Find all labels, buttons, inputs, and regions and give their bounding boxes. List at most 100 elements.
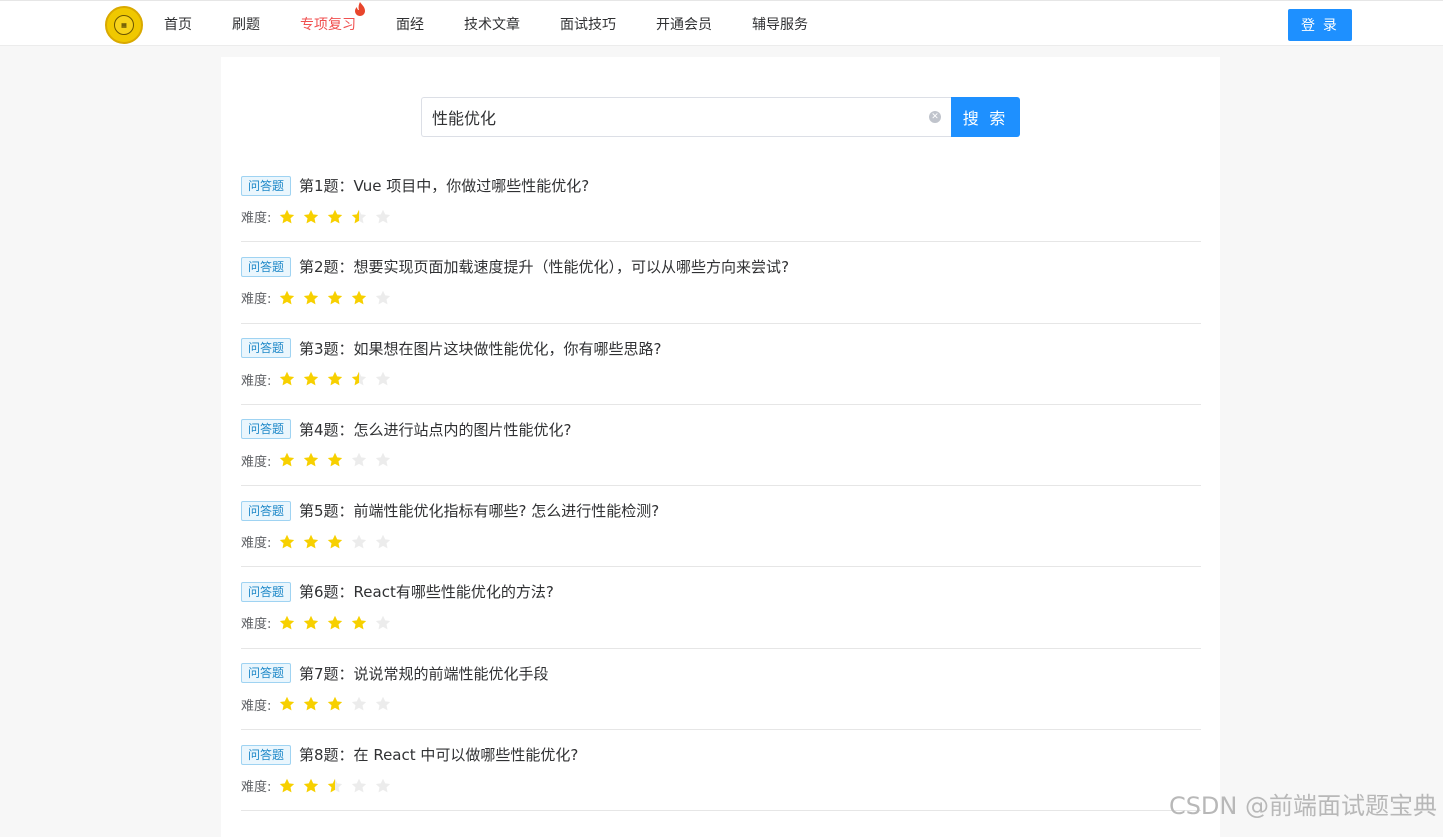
difficulty-line: 难度: xyxy=(241,451,399,470)
difficulty-line: 难度: xyxy=(241,776,399,795)
difficulty-rating xyxy=(279,534,399,550)
difficulty-line: 难度: xyxy=(241,532,399,551)
star-icon xyxy=(376,209,391,223)
question-type-tag: 问答题 xyxy=(241,175,292,196)
star-icon xyxy=(328,371,343,386)
star-icon xyxy=(376,290,391,305)
nav-item-5[interactable]: 面试技巧 xyxy=(560,14,616,34)
nav-item-7[interactable]: 辅导服务 xyxy=(752,14,808,34)
question-type-tag: 问答题 xyxy=(241,338,292,359)
question-title-link[interactable]: 第4题：怎么进行站点内的图片性能优化? xyxy=(299,419,572,440)
difficulty-rating xyxy=(279,452,399,468)
star-icon xyxy=(328,290,343,305)
question-item: 问答题 第3题：如果想在图片这块做性能优化，你有哪些思路? 难度: xyxy=(241,324,1201,405)
star-icon xyxy=(376,453,391,467)
star-icon xyxy=(280,371,295,386)
star-icon xyxy=(352,534,367,549)
star-icon xyxy=(376,534,391,549)
star-icon xyxy=(328,615,343,630)
question-item: 问答题 第5题：前端性能优化指标有哪些? 怎么进行性能检测? 难度: xyxy=(241,486,1201,568)
search-input[interactable] xyxy=(432,98,912,136)
star-icon xyxy=(280,534,295,549)
difficulty-line: 难度: xyxy=(241,370,399,389)
star-icon xyxy=(280,778,295,792)
question-title-line: 问答题 第1题：Vue 项目中，你做过哪些性能优化? xyxy=(241,175,589,196)
watermark: CSDN @前端面试题宝典 xyxy=(1168,792,1437,820)
nav-item-label: 开通会员 xyxy=(656,17,712,33)
question-item: 问答题 第2题：想要实现页面加载速度提升（性能优化），可以从哪些方向来尝试? 难度: xyxy=(241,242,1201,324)
question-type-tag: 问答题 xyxy=(241,500,292,521)
star-icon xyxy=(280,290,295,305)
question-item: 问答题 第6题：React有哪些性能优化的方法? 难度: xyxy=(241,567,1201,649)
star-icon xyxy=(304,371,319,386)
star-icon xyxy=(328,453,343,467)
nav-item-0[interactable]: 首页 xyxy=(164,14,192,34)
question-title-link[interactable]: 第3题：如果想在图片这块做性能优化，你有哪些思路? xyxy=(299,338,662,359)
difficulty-rating xyxy=(279,615,399,631)
search-box: ✕ xyxy=(421,97,951,137)
star-icon xyxy=(352,453,367,467)
star-icon xyxy=(352,290,367,305)
star-icon xyxy=(376,371,391,386)
difficulty-label: 难度: xyxy=(241,536,272,552)
question-title-line: 问答题 第5题：前端性能优化指标有哪些? 怎么进行性能检测? xyxy=(241,500,659,521)
question-title-link[interactable]: 第5题：前端性能优化指标有哪些? 怎么进行性能检测? xyxy=(299,500,659,521)
question-title-line: 问答题 第7题：说说常规的前端性能优化手段 xyxy=(241,663,549,684)
question-item: 问答题 第8题：在 React 中可以做哪些性能优化? 难度: xyxy=(241,730,1201,812)
main-nav: 首页 刷题 专项复习 面经 技术文章 面试技巧 开通会员 辅导服务 xyxy=(164,1,848,47)
star-icon xyxy=(376,778,391,792)
star-icon xyxy=(328,778,343,792)
question-title-link[interactable]: 第8题：在 React 中可以做哪些性能优化? xyxy=(299,744,578,765)
search-button[interactable]: 搜 索 xyxy=(951,97,1020,137)
clear-icon[interactable]: ✕ xyxy=(929,111,941,123)
nav-item-4[interactable]: 技术文章 xyxy=(464,14,520,34)
star-icon xyxy=(280,209,295,223)
login-button[interactable]: 登 录 xyxy=(1288,9,1352,41)
star-icon xyxy=(304,778,319,792)
star-icon xyxy=(352,615,367,630)
question-type-tag: 问答题 xyxy=(241,256,292,277)
star-icon xyxy=(328,534,343,549)
difficulty-rating xyxy=(279,371,399,387)
nav-item-1[interactable]: 刷题 xyxy=(232,14,260,34)
question-title-link[interactable]: 第2题：想要实现页面加载速度提升（性能优化），可以从哪些方向来尝试? xyxy=(299,256,789,277)
question-title-line: 问答题 第4题：怎么进行站点内的图片性能优化? xyxy=(241,419,572,440)
nav-item-label: 首页 xyxy=(164,17,192,33)
top-navigation-bar: ▦ 首页 刷题 专项复习 面经 技术文章 面试技巧 开通会员 辅导服务 登 录 xyxy=(0,0,1443,46)
difficulty-line: 难度: xyxy=(241,207,399,226)
nav-item-3[interactable]: 面经 xyxy=(396,14,424,34)
question-type-tag: 问答题 xyxy=(241,663,292,684)
question-type-tag: 问答题 xyxy=(241,419,292,440)
nav-item-label: 专项复习 xyxy=(300,17,356,33)
difficulty-label: 难度: xyxy=(241,617,272,633)
question-title-line: 问答题 第3题：如果想在图片这块做性能优化，你有哪些思路? xyxy=(241,338,662,359)
star-icon xyxy=(304,697,319,711)
star-icon xyxy=(304,209,319,223)
star-icon xyxy=(352,209,367,223)
nav-item-label: 面试技巧 xyxy=(560,17,616,33)
star-icon xyxy=(352,697,367,711)
difficulty-label: 难度: xyxy=(241,780,272,796)
star-icon xyxy=(280,453,295,467)
star-icon xyxy=(304,615,319,630)
search-results-panel: ✕ 搜 索 问答题第1题：Vue 项目中，你做过哪些性能优化?难度:问答题第2题… xyxy=(221,57,1220,837)
nav-item-2[interactable]: 专项复习 xyxy=(300,2,365,34)
question-type-tag: 问答题 xyxy=(241,581,292,602)
question-item: 问答题 第4题：怎么进行站点内的图片性能优化? 难度: xyxy=(241,405,1201,487)
question-title-link[interactable]: 第6题：React有哪些性能优化的方法? xyxy=(299,581,554,602)
star-icon xyxy=(352,778,367,792)
question-title-link[interactable]: 第1题：Vue 项目中，你做过哪些性能优化? xyxy=(299,175,589,196)
logo-emblem: ▦ xyxy=(114,15,134,35)
star-icon xyxy=(376,697,391,711)
nav-item-label: 刷题 xyxy=(232,17,260,33)
question-title-link[interactable]: 第7题：说说常规的前端性能优化手段 xyxy=(299,663,549,684)
question-title-line: 问答题 第8题：在 React 中可以做哪些性能优化? xyxy=(241,744,578,765)
star-icon xyxy=(304,453,319,467)
difficulty-rating xyxy=(279,778,399,794)
star-icon xyxy=(328,209,343,223)
flame-icon xyxy=(355,2,365,16)
question-item: 问答题 第1题：Vue 项目中，你做过哪些性能优化? 难度: xyxy=(241,161,1201,243)
nav-item-6[interactable]: 开通会员 xyxy=(656,14,712,34)
nav-item-label: 辅导服务 xyxy=(752,17,808,33)
site-logo[interactable]: ▦ xyxy=(105,6,143,44)
